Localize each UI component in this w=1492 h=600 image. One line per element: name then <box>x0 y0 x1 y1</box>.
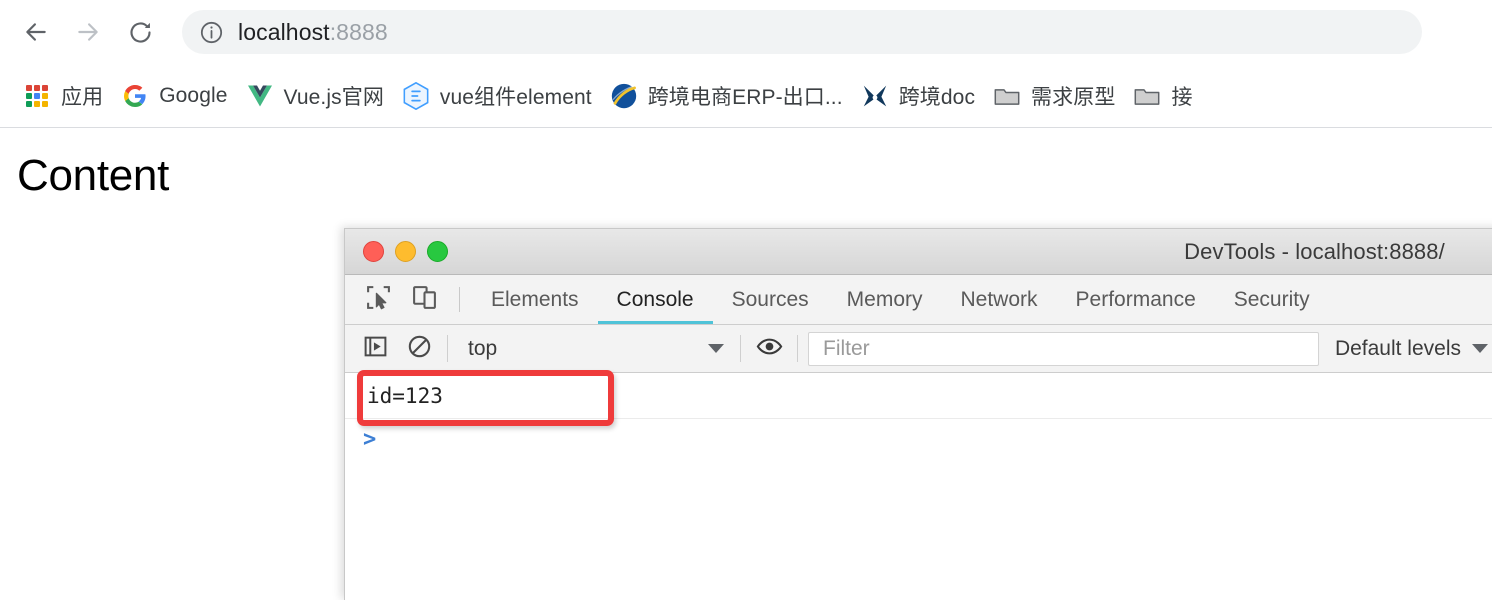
console-sidebar-toggle-icon <box>363 334 388 364</box>
tab-console[interactable]: Console <box>597 275 713 324</box>
url-host: localhost <box>238 18 330 45</box>
filter-input[interactable] <box>821 335 1306 362</box>
bookmark-google[interactable]: Google <box>112 76 236 116</box>
close-window-button[interactable] <box>363 241 384 262</box>
back-button[interactable] <box>14 10 58 54</box>
execution-context-value: top <box>468 336 498 360</box>
bookmark-label: 应用 <box>61 85 104 109</box>
tab-performance[interactable]: Performance <box>1057 275 1215 324</box>
browser-toolbar: localhost:8888 <box>0 0 1492 64</box>
toolbar-divider <box>459 287 460 312</box>
tab-elements[interactable]: Elements <box>472 275 598 324</box>
element-logo-icon <box>402 81 430 110</box>
devtools-window-title: DevTools - localhost:8888/ <box>1184 238 1445 264</box>
console-toolbar: top Default levels <box>345 325 1492 373</box>
tab-label: Performance <box>1075 287 1196 311</box>
window-controls <box>345 241 448 262</box>
tab-memory[interactable]: Memory <box>828 275 942 324</box>
tab-label: Security <box>1233 287 1310 311</box>
devtools-titlebar: DevTools - localhost:8888/ <box>345 229 1492 275</box>
tab-sources[interactable]: Sources <box>713 275 828 324</box>
bookmark-label: Google <box>159 83 228 107</box>
live-expression-eye-icon <box>756 333 783 365</box>
execution-context-select[interactable]: top <box>454 332 734 366</box>
forward-button[interactable] <box>66 10 110 54</box>
console-message[interactable]: id=123 <box>345 373 1492 419</box>
device-toolbar-icon <box>411 284 438 316</box>
bookmark-erp[interactable]: 跨境电商ERP-出口... <box>601 76 852 116</box>
x-logo-icon <box>861 82 889 110</box>
tab-label: Sources <box>731 287 809 311</box>
vue-logo-icon <box>246 82 274 110</box>
devtools-tab-bar: Elements Console Sources Memory Network … <box>345 275 1492 325</box>
bookmark-label: 跨境电商ERP-出口... <box>647 85 843 109</box>
bookmark-label: vue组件element <box>439 85 592 109</box>
tab-network[interactable]: Network <box>942 275 1057 324</box>
chevron-down-icon <box>1472 344 1488 353</box>
google-logo-icon <box>121 82 149 110</box>
bookmark-label: 接 <box>1171 85 1193 109</box>
chevron-down-icon <box>708 344 724 353</box>
info-circle-icon[interactable] <box>198 19 224 45</box>
bookmark-label: 跨境doc <box>898 85 976 109</box>
tab-security[interactable]: Security <box>1215 275 1329 324</box>
clear-console-icon <box>407 334 432 364</box>
tab-label: Memory <box>846 287 923 311</box>
log-levels-value: Default levels <box>1334 336 1461 360</box>
globe-icon <box>610 82 638 110</box>
devtools-window: DevTools - localhost:8888/ Elements Cons… <box>344 228 1492 600</box>
url-port: :8888 <box>329 18 388 45</box>
inspect-element-icon <box>365 284 392 316</box>
prompt-caret-icon: > <box>363 426 377 452</box>
toolbar-divider <box>797 335 798 362</box>
console-output-panel[interactable]: id=123 > <box>345 373 1492 600</box>
bookmark-folder-api[interactable]: 接 <box>1124 76 1201 116</box>
browser-chrome: localhost:8888 应用 Google Vue.js官网 vue组件e… <box>0 0 1492 128</box>
bookmark-label: Vue.js官网 <box>283 85 384 109</box>
address-bar[interactable]: localhost:8888 <box>182 10 1422 54</box>
tab-label: Elements <box>491 287 579 311</box>
maximize-window-button[interactable] <box>427 241 448 262</box>
arrow-right-icon <box>75 19 101 45</box>
console-sidebar-toggle-button[interactable] <box>353 325 397 373</box>
reload-button[interactable] <box>118 10 162 54</box>
toolbar-divider <box>447 335 448 362</box>
console-filter[interactable] <box>808 331 1319 366</box>
bookmark-element[interactable]: vue组件element <box>393 76 601 116</box>
clear-console-button[interactable] <box>397 325 441 373</box>
folder-icon <box>1133 82 1161 110</box>
console-input-prompt[interactable]: > <box>345 419 1492 459</box>
live-expression-button[interactable] <box>747 325 791 373</box>
log-levels-select[interactable]: Default levels <box>1323 337 1492 361</box>
tab-label: Console <box>616 287 694 311</box>
reload-icon <box>127 19 154 46</box>
page-title: Content <box>17 151 170 200</box>
bookmarks-bar: 应用 Google Vue.js官网 vue组件element 跨境电商ERP-… <box>0 64 1492 127</box>
minimize-window-button[interactable] <box>395 241 416 262</box>
folder-icon <box>993 82 1021 110</box>
arrow-left-icon <box>23 19 49 45</box>
bookmark-label: 需求原型 <box>1031 85 1116 109</box>
device-toolbar-button[interactable] <box>401 275 447 324</box>
apps-grid-icon <box>23 82 51 110</box>
bookmark-vuejs[interactable]: Vue.js官网 <box>237 76 393 116</box>
bookmark-doc[interactable]: 跨境doc <box>852 76 984 116</box>
inspect-element-button[interactable] <box>355 275 401 324</box>
url-text: localhost:8888 <box>238 19 388 46</box>
toolbar-divider <box>740 335 741 362</box>
bookmark-apps[interactable]: 应用 <box>14 76 112 116</box>
bookmark-folder-prototype[interactable]: 需求原型 <box>984 76 1124 116</box>
tab-label: Network <box>960 287 1038 311</box>
